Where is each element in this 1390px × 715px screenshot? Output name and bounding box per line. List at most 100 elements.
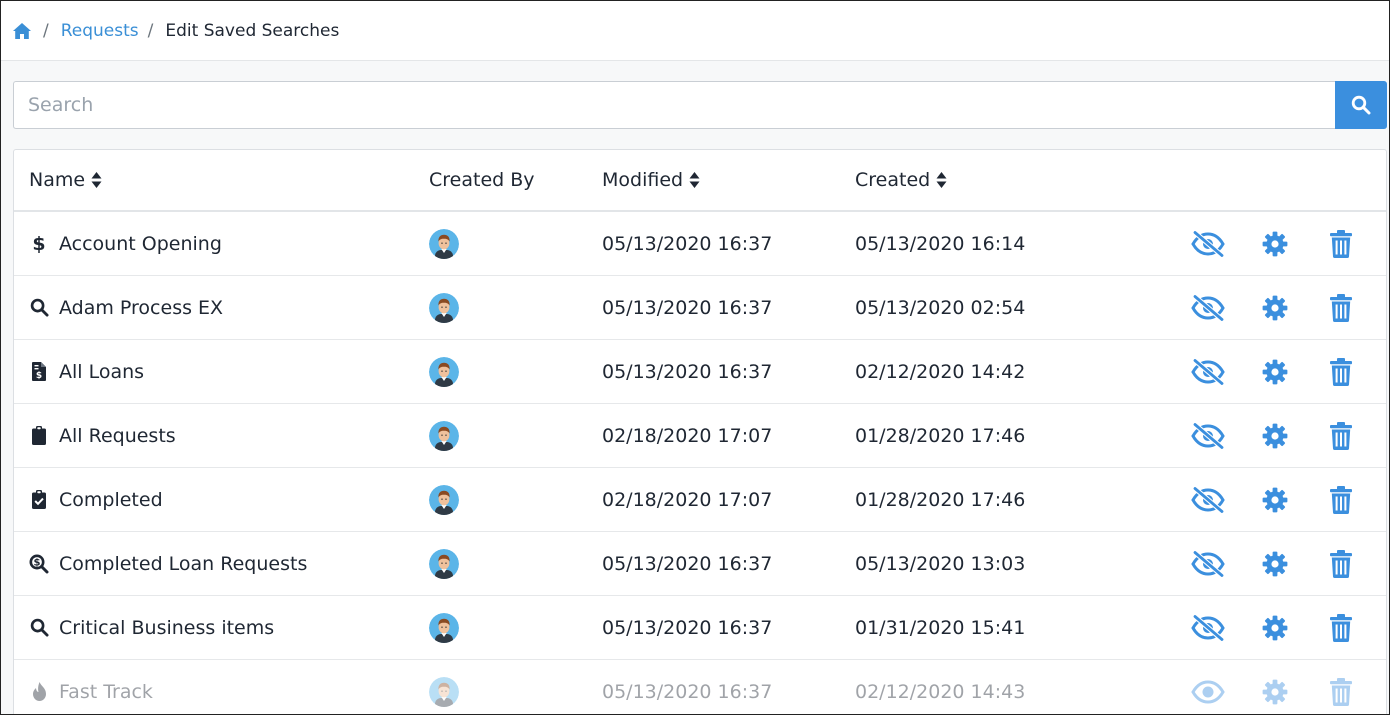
breadcrumb-current-page: Edit Saved Searches [165, 20, 340, 41]
table-row: $ All Loans 05/13/2020 16:37 02/12/2020 14:… [14, 340, 1386, 404]
trash-icon[interactable] [1323, 418, 1359, 454]
created-date: 02/12/2020 14:42 [855, 360, 1026, 383]
modified-date: 05/13/2020 16:37 [602, 232, 773, 255]
eye-slash-icon[interactable] [1190, 290, 1226, 326]
gear-icon[interactable] [1257, 546, 1293, 582]
breadcrumb: / Requests / Edit Saved Searches [1, 1, 1389, 61]
search-button[interactable] [1335, 81, 1387, 129]
column-label: Modified [602, 169, 684, 191]
search-dollar-icon: $ [29, 554, 49, 574]
eye-slash-icon[interactable] [1190, 610, 1226, 646]
trash-icon[interactable] [1323, 610, 1359, 646]
table-row: All Requests 02/18/2020 17:07 01/28/2020 1… [14, 404, 1386, 468]
trash-icon[interactable] [1323, 354, 1359, 390]
clipboard-check-icon [29, 490, 49, 510]
dollar-icon: $ [29, 234, 49, 254]
modified-date: 02/18/2020 17:07 [602, 488, 773, 511]
gear-icon[interactable] [1257, 674, 1293, 710]
saved-search-name: Fast Track [59, 680, 153, 703]
saved-search-name: Adam Process EX [59, 296, 224, 319]
sort-icon [936, 172, 947, 188]
created-date: 05/13/2020 16:14 [855, 232, 1026, 255]
eye-slash-icon[interactable] [1190, 354, 1226, 390]
avatar [429, 276, 459, 339]
eye-slash-icon[interactable] [1190, 482, 1226, 518]
avatar [429, 532, 459, 595]
name-cell: Adam Process EX [29, 276, 223, 339]
column-label: Name [29, 169, 86, 191]
modified-date: 05/13/2020 16:37 [602, 680, 773, 703]
avatar [429, 340, 459, 403]
saved-search-name: Completed Loan Requests [59, 552, 308, 575]
modified-date: 05/13/2020 16:37 [602, 296, 773, 319]
saved-searches-table: Name Created By Modified Created $ Accoun… [13, 149, 1387, 714]
search-input[interactable] [13, 81, 1335, 129]
table-row: $ Completed Loan Requests 05/13/2020 16:37… [14, 532, 1386, 596]
name-cell: Fast Track [29, 660, 153, 714]
created-date: 05/13/2020 13:03 [855, 552, 1026, 575]
saved-search-name: Completed [59, 488, 163, 511]
breadcrumb-separator: / [43, 20, 49, 41]
column-label: Created [855, 169, 931, 191]
svg-text:$: $ [36, 371, 42, 381]
modified-date: 05/13/2020 16:37 [602, 552, 773, 575]
gear-icon[interactable] [1257, 290, 1293, 326]
name-cell: $ All Loans [29, 340, 144, 403]
clipboard-icon [29, 426, 49, 446]
table-body: $ Account Opening 05/13/2020 16:37 05/13/20… [14, 212, 1386, 714]
eye-slash-icon[interactable] [1190, 418, 1226, 454]
home-icon[interactable] [12, 21, 34, 41]
name-cell: $ Completed Loan Requests [29, 532, 307, 595]
created-date: 01/28/2020 17:46 [855, 424, 1026, 447]
app-frame: / Requests / Edit Saved Searches Name Cr… [0, 0, 1390, 715]
saved-search-name: All Requests [59, 424, 176, 447]
avatar [429, 212, 459, 275]
search-icon [1351, 95, 1371, 115]
modified-date: 05/13/2020 16:37 [602, 360, 773, 383]
trash-icon[interactable] [1323, 546, 1359, 582]
sort-icon [689, 172, 700, 188]
breadcrumb-separator: / [147, 20, 154, 41]
gear-icon[interactable] [1257, 482, 1293, 518]
name-cell: Completed [29, 468, 163, 531]
name-cell: $ Account Opening [29, 212, 222, 275]
avatar [429, 404, 459, 467]
column-header-name[interactable]: Name [29, 150, 102, 210]
modified-date: 02/18/2020 17:07 [602, 424, 773, 447]
search-icon [29, 618, 49, 638]
column-header-created[interactable]: Created [855, 150, 947, 210]
eye-icon[interactable] [1190, 674, 1226, 710]
trash-icon[interactable] [1323, 226, 1359, 262]
table-row: Adam Process EX 05/13/2020 16:37 05/13/202… [14, 276, 1386, 340]
sort-icon [91, 172, 102, 188]
table-row: $ Account Opening 05/13/2020 16:37 05/13/20… [14, 212, 1386, 276]
table-row: Critical Business items 05/13/2020 16:37 0… [14, 596, 1386, 660]
avatar [429, 660, 459, 714]
avatar [429, 596, 459, 659]
trash-icon[interactable] [1323, 482, 1359, 518]
gear-icon[interactable] [1257, 226, 1293, 262]
saved-search-name: All Loans [59, 360, 145, 383]
created-date: 05/13/2020 02:54 [855, 296, 1026, 319]
column-header-modified[interactable]: Modified [602, 150, 700, 210]
table-row: Completed 02/18/2020 17:07 01/28/2020 17:4… [14, 468, 1386, 532]
gear-icon[interactable] [1257, 418, 1293, 454]
table-header: Name Created By Modified Created [14, 150, 1386, 212]
eye-slash-icon[interactable] [1190, 546, 1226, 582]
svg-text:$: $ [34, 557, 41, 568]
breadcrumb-link-requests[interactable]: Requests [61, 21, 139, 41]
search-icon [29, 298, 49, 318]
name-cell: Critical Business items [29, 596, 274, 659]
trash-icon[interactable] [1323, 290, 1359, 326]
created-date: 01/28/2020 17:46 [855, 488, 1026, 511]
gear-icon[interactable] [1257, 610, 1293, 646]
fire-icon [29, 682, 49, 702]
eye-slash-icon[interactable] [1190, 226, 1226, 262]
trash-icon[interactable] [1323, 674, 1359, 710]
table-row: Fast Track 05/13/2020 16:37 02/12/2020 14:… [14, 660, 1386, 714]
avatar [429, 468, 459, 531]
svg-text:$: $ [32, 234, 45, 254]
saved-search-name: Account Opening [59, 232, 222, 255]
gear-icon[interactable] [1257, 354, 1293, 390]
column-label: Created By [429, 169, 535, 191]
